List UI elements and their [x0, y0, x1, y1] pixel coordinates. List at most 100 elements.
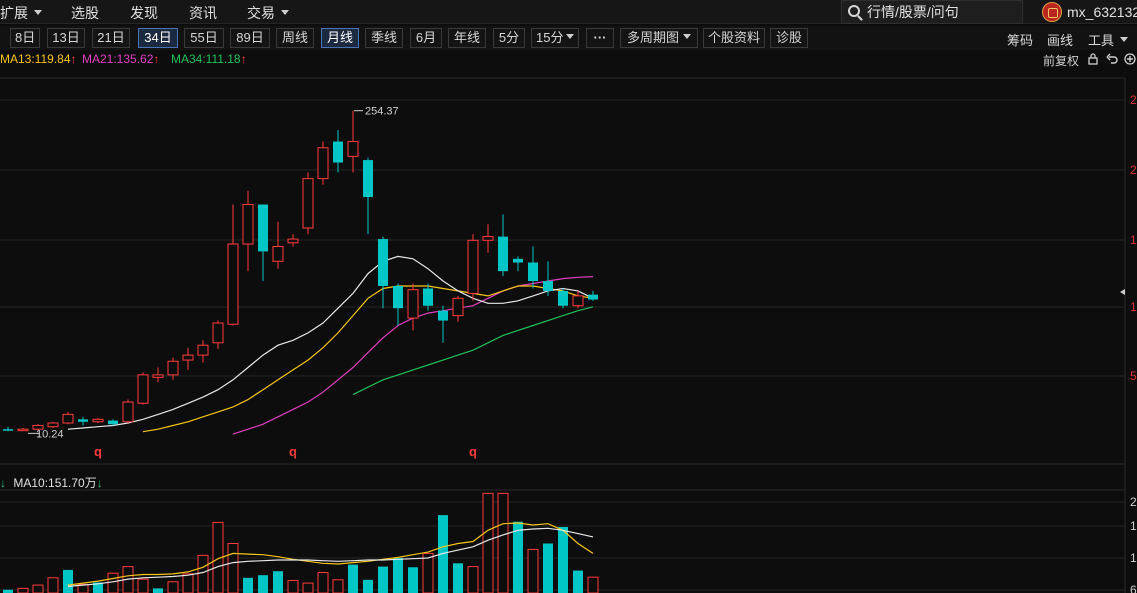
signal-mark: q: [469, 444, 477, 459]
candle: [482, 224, 494, 253]
candle-body: [513, 258, 523, 263]
volume-bar: [422, 552, 434, 593]
volume-bar: [453, 563, 463, 593]
volume-bar: [543, 543, 553, 593]
volume-bar: [332, 579, 344, 593]
candle: [302, 172, 314, 235]
candle: [572, 290, 584, 309]
candle: [3, 426, 13, 432]
y-tick-label: 1: [1130, 300, 1137, 314]
volume-bar: [137, 578, 149, 593]
gridlines: [0, 99, 1125, 591]
candle: [333, 129, 343, 173]
volume-bar: [17, 587, 29, 593]
candle: [62, 411, 74, 425]
volume-bar: [243, 577, 253, 593]
candle-body: [227, 243, 239, 325]
volume-bar: [393, 558, 403, 593]
candle-body: [423, 288, 433, 306]
candle: [212, 320, 224, 349]
candle: [92, 418, 104, 424]
candle-body: [92, 418, 104, 423]
volume-bar: [197, 554, 209, 593]
signal-mark: q: [289, 444, 297, 459]
candle-body: [302, 178, 314, 229]
volume-bar: [482, 492, 494, 593]
volume-bar: [378, 566, 388, 593]
candle: [227, 204, 239, 326]
y-tick-label: 2: [1130, 163, 1137, 177]
volume-bar: [167, 581, 179, 593]
ma34-line: [352, 306, 594, 396]
candle: [588, 290, 598, 301]
ma13-line: [142, 285, 594, 433]
candle-body: [62, 413, 74, 424]
y-tick-label: 2: [1130, 93, 1137, 107]
candle: [452, 295, 464, 322]
candle-body: [242, 204, 254, 245]
candle: [287, 234, 299, 247]
candle: [407, 283, 419, 331]
volume-bar: [573, 570, 583, 593]
candle-body: [528, 262, 538, 282]
candle: [272, 221, 284, 269]
candle: [122, 399, 134, 424]
low-price-label: 10.24: [36, 428, 64, 440]
volume-bar: [467, 566, 479, 593]
candle: [17, 427, 29, 432]
moving-average-lines: [67, 255, 594, 435]
candle-body: [572, 295, 584, 307]
candle: [363, 157, 373, 235]
candle-body: [558, 290, 568, 306]
candle: [347, 110, 359, 173]
candle-body: [588, 294, 598, 300]
volume-bar: [317, 572, 329, 593]
y-tick-label: 1: [1130, 519, 1137, 533]
candle-body: [393, 285, 403, 309]
signal-mark: q: [94, 444, 102, 459]
candle: [197, 340, 209, 363]
volume-bar: [587, 576, 599, 593]
volume-bar: [153, 588, 163, 593]
candle: [393, 283, 403, 326]
candle-body: [543, 281, 553, 291]
candle: [242, 190, 254, 272]
volume-bar: [273, 571, 283, 593]
candle-body: [78, 419, 88, 422]
candle-body: [452, 297, 464, 317]
candle-body: [182, 354, 194, 361]
volume-bar: [47, 577, 59, 593]
candle-body: [17, 428, 29, 432]
candle-body: [258, 204, 268, 252]
volume-bar: [63, 569, 73, 593]
volume-bar: [107, 572, 119, 593]
candlesticks: [3, 110, 598, 432]
volume-bar: [497, 492, 509, 593]
candle: [438, 305, 448, 343]
kline-chart[interactable]: 2 2 1 1 5 2 1 1 6 254.37 10.24 q q q: [0, 0, 1137, 593]
volume-bar: [302, 582, 314, 593]
candle: [543, 261, 553, 296]
y-tick-label: 5: [1130, 369, 1137, 383]
candle-body: [407, 289, 419, 319]
candle: [152, 367, 164, 383]
cursor-arrow-icon: [1120, 289, 1125, 295]
candle-body: [287, 238, 299, 244]
volume-bar: [348, 564, 358, 593]
candle: [467, 234, 479, 301]
y-tick-label: 1: [1130, 233, 1137, 247]
y-tick-label: 6: [1130, 583, 1137, 593]
candle-body: [347, 141, 359, 157]
y-tick-label: 1: [1130, 551, 1137, 565]
candle-body: [378, 239, 388, 286]
volume-bar: [558, 527, 568, 593]
y-tick-label: 2: [1130, 495, 1137, 509]
candle-body: [363, 160, 373, 198]
candle: [47, 421, 59, 428]
high-price-label: 254.37: [365, 106, 399, 118]
annotations: 254.37 10.24 q q q: [28, 106, 477, 459]
volume-bar: [287, 579, 299, 593]
panel-borders: [0, 77, 1126, 593]
candle: [78, 416, 88, 426]
candle: [137, 372, 149, 405]
